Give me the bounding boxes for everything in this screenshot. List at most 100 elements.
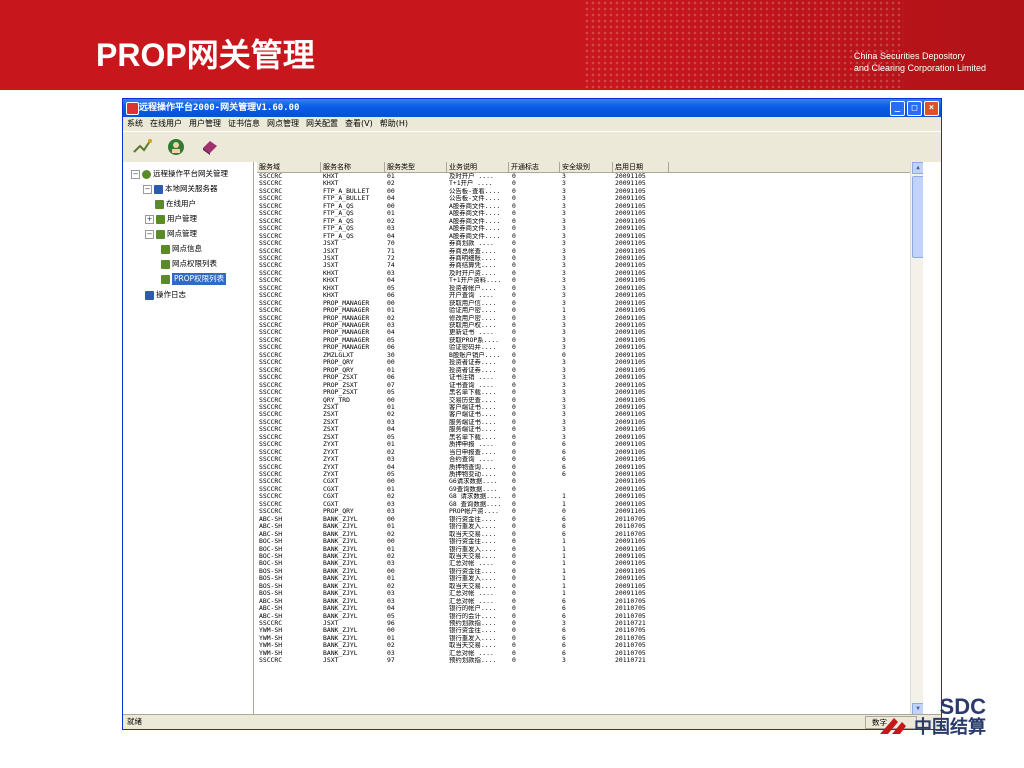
- table-row[interactable]: SSCCRC JSXT 71 券商总帐查.... 0 3 20091105: [257, 248, 923, 255]
- tree-item[interactable]: 网点权限列表: [161, 258, 217, 270]
- column-header[interactable]: 服务名称: [321, 162, 385, 172]
- table-row[interactable]: SSCCRC PROP_ZSXT 06 证书注销 .... 0 3 20091105: [257, 374, 923, 381]
- table-row[interactable]: BOS-SH BANK_ZJYL 00 银行资金往.... 0 1 20091105: [257, 568, 923, 575]
- collapse-icon[interactable]: −: [143, 184, 152, 194]
- table-row[interactable]: ABC-SH BANK_ZJYL 05 银行的会计.... 0 6 20110705: [257, 613, 923, 620]
- menu-gateway-config[interactable]: 网关配置: [306, 117, 338, 131]
- table-row[interactable]: SSCCRC FTP_A_QS 00 A股券商文件.... 0 3 20091105: [257, 203, 923, 210]
- table-row[interactable]: SSCCRC KHXT 02 T+1开户 .... 0 3 20091105: [257, 180, 923, 187]
- table-row[interactable]: SSCCRC PROP_QRY 00 投资者证券.... 0 3 20091105: [257, 359, 923, 366]
- table-row[interactable]: SSCCRC FTP_A_QS 01 A股券商文件.... 0 3 20091105: [257, 210, 923, 217]
- table-row[interactable]: SSCCRC CGXT 00 G6请求数据.... 0 20091105: [257, 478, 923, 485]
- table-row[interactable]: SSCCRC JSXT 96 预约划款指.... 0 3 20110721: [257, 620, 923, 627]
- table-row[interactable]: SSCCRC ZYXT 05 质押物变动.... 0 6 20091105: [257, 471, 923, 478]
- table-row[interactable]: SSCCRC PROP_MANAGER 05 获取PROP系.... 0 3 2009110…: [257, 337, 923, 344]
- table-row[interactable]: SSCCRC PROP_MANAGER 06 验证密码并.... 0 3 20091105: [257, 344, 923, 351]
- column-header[interactable]: 启用日期: [613, 162, 669, 172]
- menu-help[interactable]: 帮助(H): [380, 117, 408, 131]
- table-row[interactable]: SSCCRC PROP_ZSXT 07 证书查询 .... 0 3 20091105: [257, 382, 923, 389]
- table-row[interactable]: BOC-SH BANK_ZJYL 03 汇总对帐 .... 0 1 20091105: [257, 560, 923, 567]
- table-row[interactable]: ABC-SH BANK_ZJYL 03 汇总对帐 .... 0 6 20110705: [257, 598, 923, 605]
- column-header[interactable]: 服务域: [257, 162, 321, 172]
- table-row[interactable]: SSCCRC KHXT 01 及时开户 .... 0 3 20091105: [257, 173, 923, 180]
- menu-user-management[interactable]: 用户管理: [189, 117, 221, 131]
- table-row[interactable]: YWM-SH BANK_ZJYL 02 取当天交易.... 0 6 20110705: [257, 642, 923, 649]
- table-row[interactable]: YWM-SH BANK_ZJYL 00 银行资金往.... 0 6 20110705: [257, 627, 923, 634]
- table-row[interactable]: SSCCRC KHXT 03 及时开户资.... 0 3 20091105: [257, 270, 923, 277]
- table-row[interactable]: BOS-SH BANK_ZJYL 01 银行重发入.... 0 1 20091105: [257, 575, 923, 582]
- expand-icon[interactable]: +: [145, 214, 154, 224]
- tree-item[interactable]: 在线用户: [155, 198, 196, 210]
- tree-item[interactable]: PROP权限列表: [161, 273, 227, 285]
- table-row[interactable]: SSCCRC PROP_MANAGER 04 更新证书 .... 0 3 20091105: [257, 329, 923, 336]
- column-header[interactable]: 开通标志: [509, 162, 560, 172]
- table-row[interactable]: YWM-SH BANK_ZJYL 01 银行重发入.... 0 6 20110705: [257, 635, 923, 642]
- table-row[interactable]: SSCCRC PROP_MANAGER 00 获取用户信.... 0 3 20091105: [257, 300, 923, 307]
- table-row[interactable]: SSCCRC ZYXT 04 质押物查询.... 0 6 20091105: [257, 464, 923, 471]
- tree-item[interactable]: − 本地网关服务器: [143, 183, 218, 195]
- menu-view[interactable]: 查看(V): [345, 117, 373, 131]
- tree-item[interactable]: 网点信息: [161, 243, 202, 255]
- table-row[interactable]: SSCCRC PROP_QRY 01 投资者证券.... 0 3 20091105: [257, 367, 923, 374]
- table-row[interactable]: SSCCRC JSXT 74 券商结算凭.... 0 3 20091105: [257, 262, 923, 269]
- table-row[interactable]: SSCCRC JSXT 72 券商明细账.... 0 3 20091105: [257, 255, 923, 262]
- tree-item[interactable]: − 远程操作平台网关管理: [131, 168, 228, 180]
- table-row[interactable]: SSCCRC PROP_MANAGER 01 验证用户密.... 0 1 20091105: [257, 307, 923, 314]
- table-row[interactable]: SSCCRC QRY_TRD 00 交易历史查.... 0 3 20091105: [257, 397, 923, 404]
- table-row[interactable]: SSCCRC CGXT 01 G9查询数据.... 0 20091105: [257, 486, 923, 493]
- window-titlebar[interactable]: 远程操作平台2000-网关管理V1.60.00 _ □ ×: [123, 99, 941, 117]
- table-row[interactable]: SSCCRC ZYXT 01 质押申报 .... 0 6 20091105: [257, 441, 923, 448]
- table-row[interactable]: SSCCRC JSXT 97 预约划款指.... 0 3 20110721: [257, 657, 923, 664]
- table-row[interactable]: SSCCRC ZSXT 03 服务端证书.... 0 3 20091105: [257, 419, 923, 426]
- table-row[interactable]: SSCCRC ZYXT 02 当日申报查.... 0 6 20091105: [257, 449, 923, 456]
- table-row[interactable]: ABC-SH BANK_ZJYL 02 取当天交易.... 0 6 20110705: [257, 531, 923, 538]
- table-row[interactable]: SSCCRC FTP_A_QS 04 A股券商文件.... 0 3 20091105: [257, 233, 923, 240]
- table-row[interactable]: SSCCRC ZSXT 04 服务端证书.... 0 3 20091105: [257, 426, 923, 433]
- table-row[interactable]: SSCCRC ZSXT 05 黑名单下载.... 0 3 20091105: [257, 434, 923, 441]
- table-row[interactable]: SSCCRC CGXT 02 G8 请求数据.... 0 1 20091105: [257, 493, 923, 500]
- table-row[interactable]: SSCCRC ZYXT 03 合约查询 .... 0 6 20091105: [257, 456, 923, 463]
- table-row[interactable]: SSCCRC ZSXT 02 客户端证书.... 0 3 20091105: [257, 411, 923, 418]
- table-row[interactable]: SSCCRC FTP_A_BULLET 04 公告板-文件.... 0 3 20091105: [257, 195, 923, 202]
- table-row[interactable]: SSCCRC ZMZLGLXT 30 B股账户销户.... 0 0 20091105: [257, 352, 923, 359]
- table-row[interactable]: BOC-SH BANK_ZJYL 01 银行重发入.... 0 1 20091105: [257, 546, 923, 553]
- table-row[interactable]: SSCCRC KHXT 06 开户查询 .... 0 3 20091105: [257, 292, 923, 299]
- menu-online-users[interactable]: 在线用户: [150, 117, 182, 131]
- table-row[interactable]: SSCCRC PROP_QRY 03 PROP帐户资.... 0 0 20091105: [257, 508, 923, 515]
- table-row[interactable]: SSCCRC FTP_A_BULLET 00 公告板-查看.... 0 3 20091105: [257, 188, 923, 195]
- table-row[interactable]: YWM-SH BANK_ZJYL 03 汇总对帐 .... 0 6 20110705: [257, 650, 923, 657]
- table-row[interactable]: SSCCRC JSXT 70 券商划款 .... 0 3 20091105: [257, 240, 923, 247]
- collapse-icon[interactable]: −: [145, 229, 154, 239]
- menu-certificate-info[interactable]: 证书信息: [228, 117, 260, 131]
- table-row[interactable]: ABC-SH BANK_ZJYL 04 银行的帐户.... 0 6 20110705: [257, 605, 923, 612]
- table-row[interactable]: SSCCRC KHXT 04 T+1开户资料.... 0 3 20091105: [257, 277, 923, 284]
- table-row[interactable]: BOC-SH BANK_ZJYL 02 取当天交易.... 0 1 20091105: [257, 553, 923, 560]
- close-button[interactable]: ×: [924, 101, 939, 116]
- table-row[interactable]: SSCCRC PROP_ZSXT 05 黑名单下载.... 0 3 20091105: [257, 389, 923, 396]
- table-row[interactable]: ABC-SH BANK_ZJYL 00 银行资金往.... 0 6 20110705: [257, 516, 923, 523]
- maximize-button[interactable]: □: [907, 101, 922, 116]
- table-row[interactable]: BOS-SH BANK_ZJYL 02 取当天交易.... 0 1 20091105: [257, 583, 923, 590]
- table-row[interactable]: SSCCRC CGXT 03 G8 查询数据.... 0 1 20091105: [257, 501, 923, 508]
- connect-icon[interactable]: [131, 136, 153, 158]
- book-icon[interactable]: [199, 136, 221, 158]
- column-header[interactable]: 服务类型: [385, 162, 447, 172]
- tree-item[interactable]: + 用户管理: [145, 213, 197, 225]
- column-header[interactable]: 安全级别: [560, 162, 613, 172]
- table-row[interactable]: SSCCRC ZSXT 01 客户端证书.... 0 3 20091105: [257, 404, 923, 411]
- table-row[interactable]: ABC-SH BANK_ZJYL 01 银行重发入.... 0 6 20110705: [257, 523, 923, 530]
- table-row[interactable]: SSCCRC FTP_A_QS 02 A股券商文件.... 0 3 20091105: [257, 218, 923, 225]
- table-row[interactable]: SSCCRC PROP_MANAGER 03 获取用户权.... 0 3 20091105: [257, 322, 923, 329]
- table-row[interactable]: SSCCRC FTP_A_QS 03 A股券商文件.... 0 3 20091105: [257, 225, 923, 232]
- table-row[interactable]: SSCCRC KHXT 05 投资者帐户.... 0 3 20091105: [257, 285, 923, 292]
- column-header[interactable]: 业务说明: [447, 162, 509, 172]
- menu-branch-management[interactable]: 网点管理: [267, 117, 299, 131]
- tree-item[interactable]: 操作日志: [145, 289, 186, 301]
- user-icon[interactable]: [165, 136, 187, 158]
- minimize-button[interactable]: _: [890, 101, 905, 116]
- menu-system[interactable]: 系统: [127, 117, 143, 131]
- table-row[interactable]: BOC-SH BANK_ZJYL 00 银行资金往.... 0 1 20091105: [257, 538, 923, 545]
- tree-item[interactable]: − 网点管理: [145, 228, 197, 240]
- table-row[interactable]: SSCCRC PROP_MANAGER 02 修改用户密.... 0 3 20091105: [257, 315, 923, 322]
- collapse-icon[interactable]: −: [131, 169, 140, 179]
